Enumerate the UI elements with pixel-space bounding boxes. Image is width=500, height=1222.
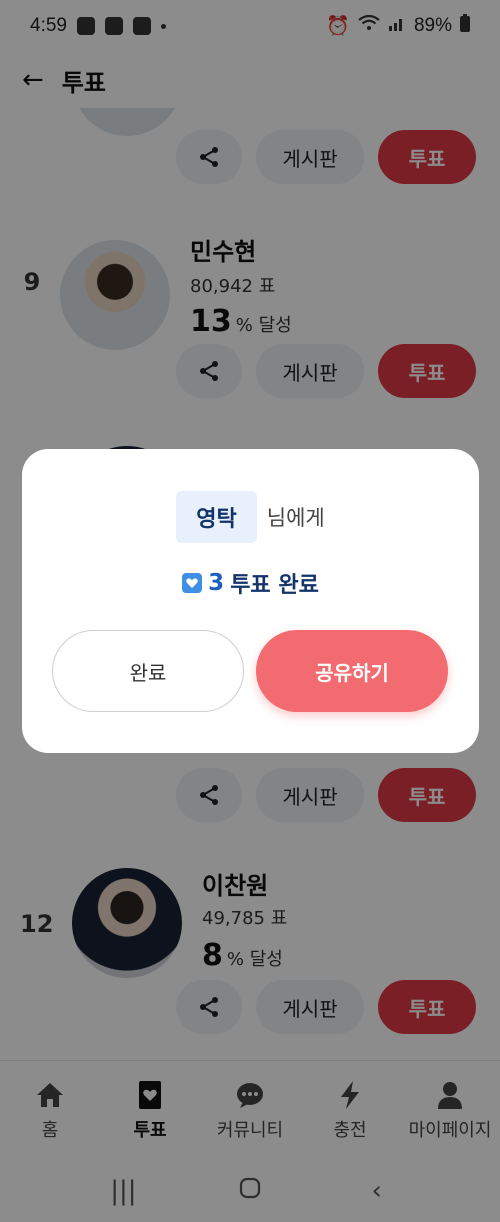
vote-count-badge: 3	[208, 570, 225, 596]
recipient-suffix: 님에게	[266, 506, 325, 530]
done-button[interactable]: 완료	[52, 630, 244, 712]
vote-complete-dialog: 영탁 님에게 3 투표 완료 완료 공유하기	[22, 449, 479, 753]
share-result-button[interactable]: 공유하기	[256, 630, 448, 712]
result-row: 3 투표 완료	[22, 567, 479, 599]
recipient-row: 영탁 님에게	[22, 491, 479, 543]
recipient-name: 영탁	[176, 491, 257, 543]
result-text: 투표 완료	[230, 573, 319, 598]
heart-icon	[182, 573, 203, 593]
